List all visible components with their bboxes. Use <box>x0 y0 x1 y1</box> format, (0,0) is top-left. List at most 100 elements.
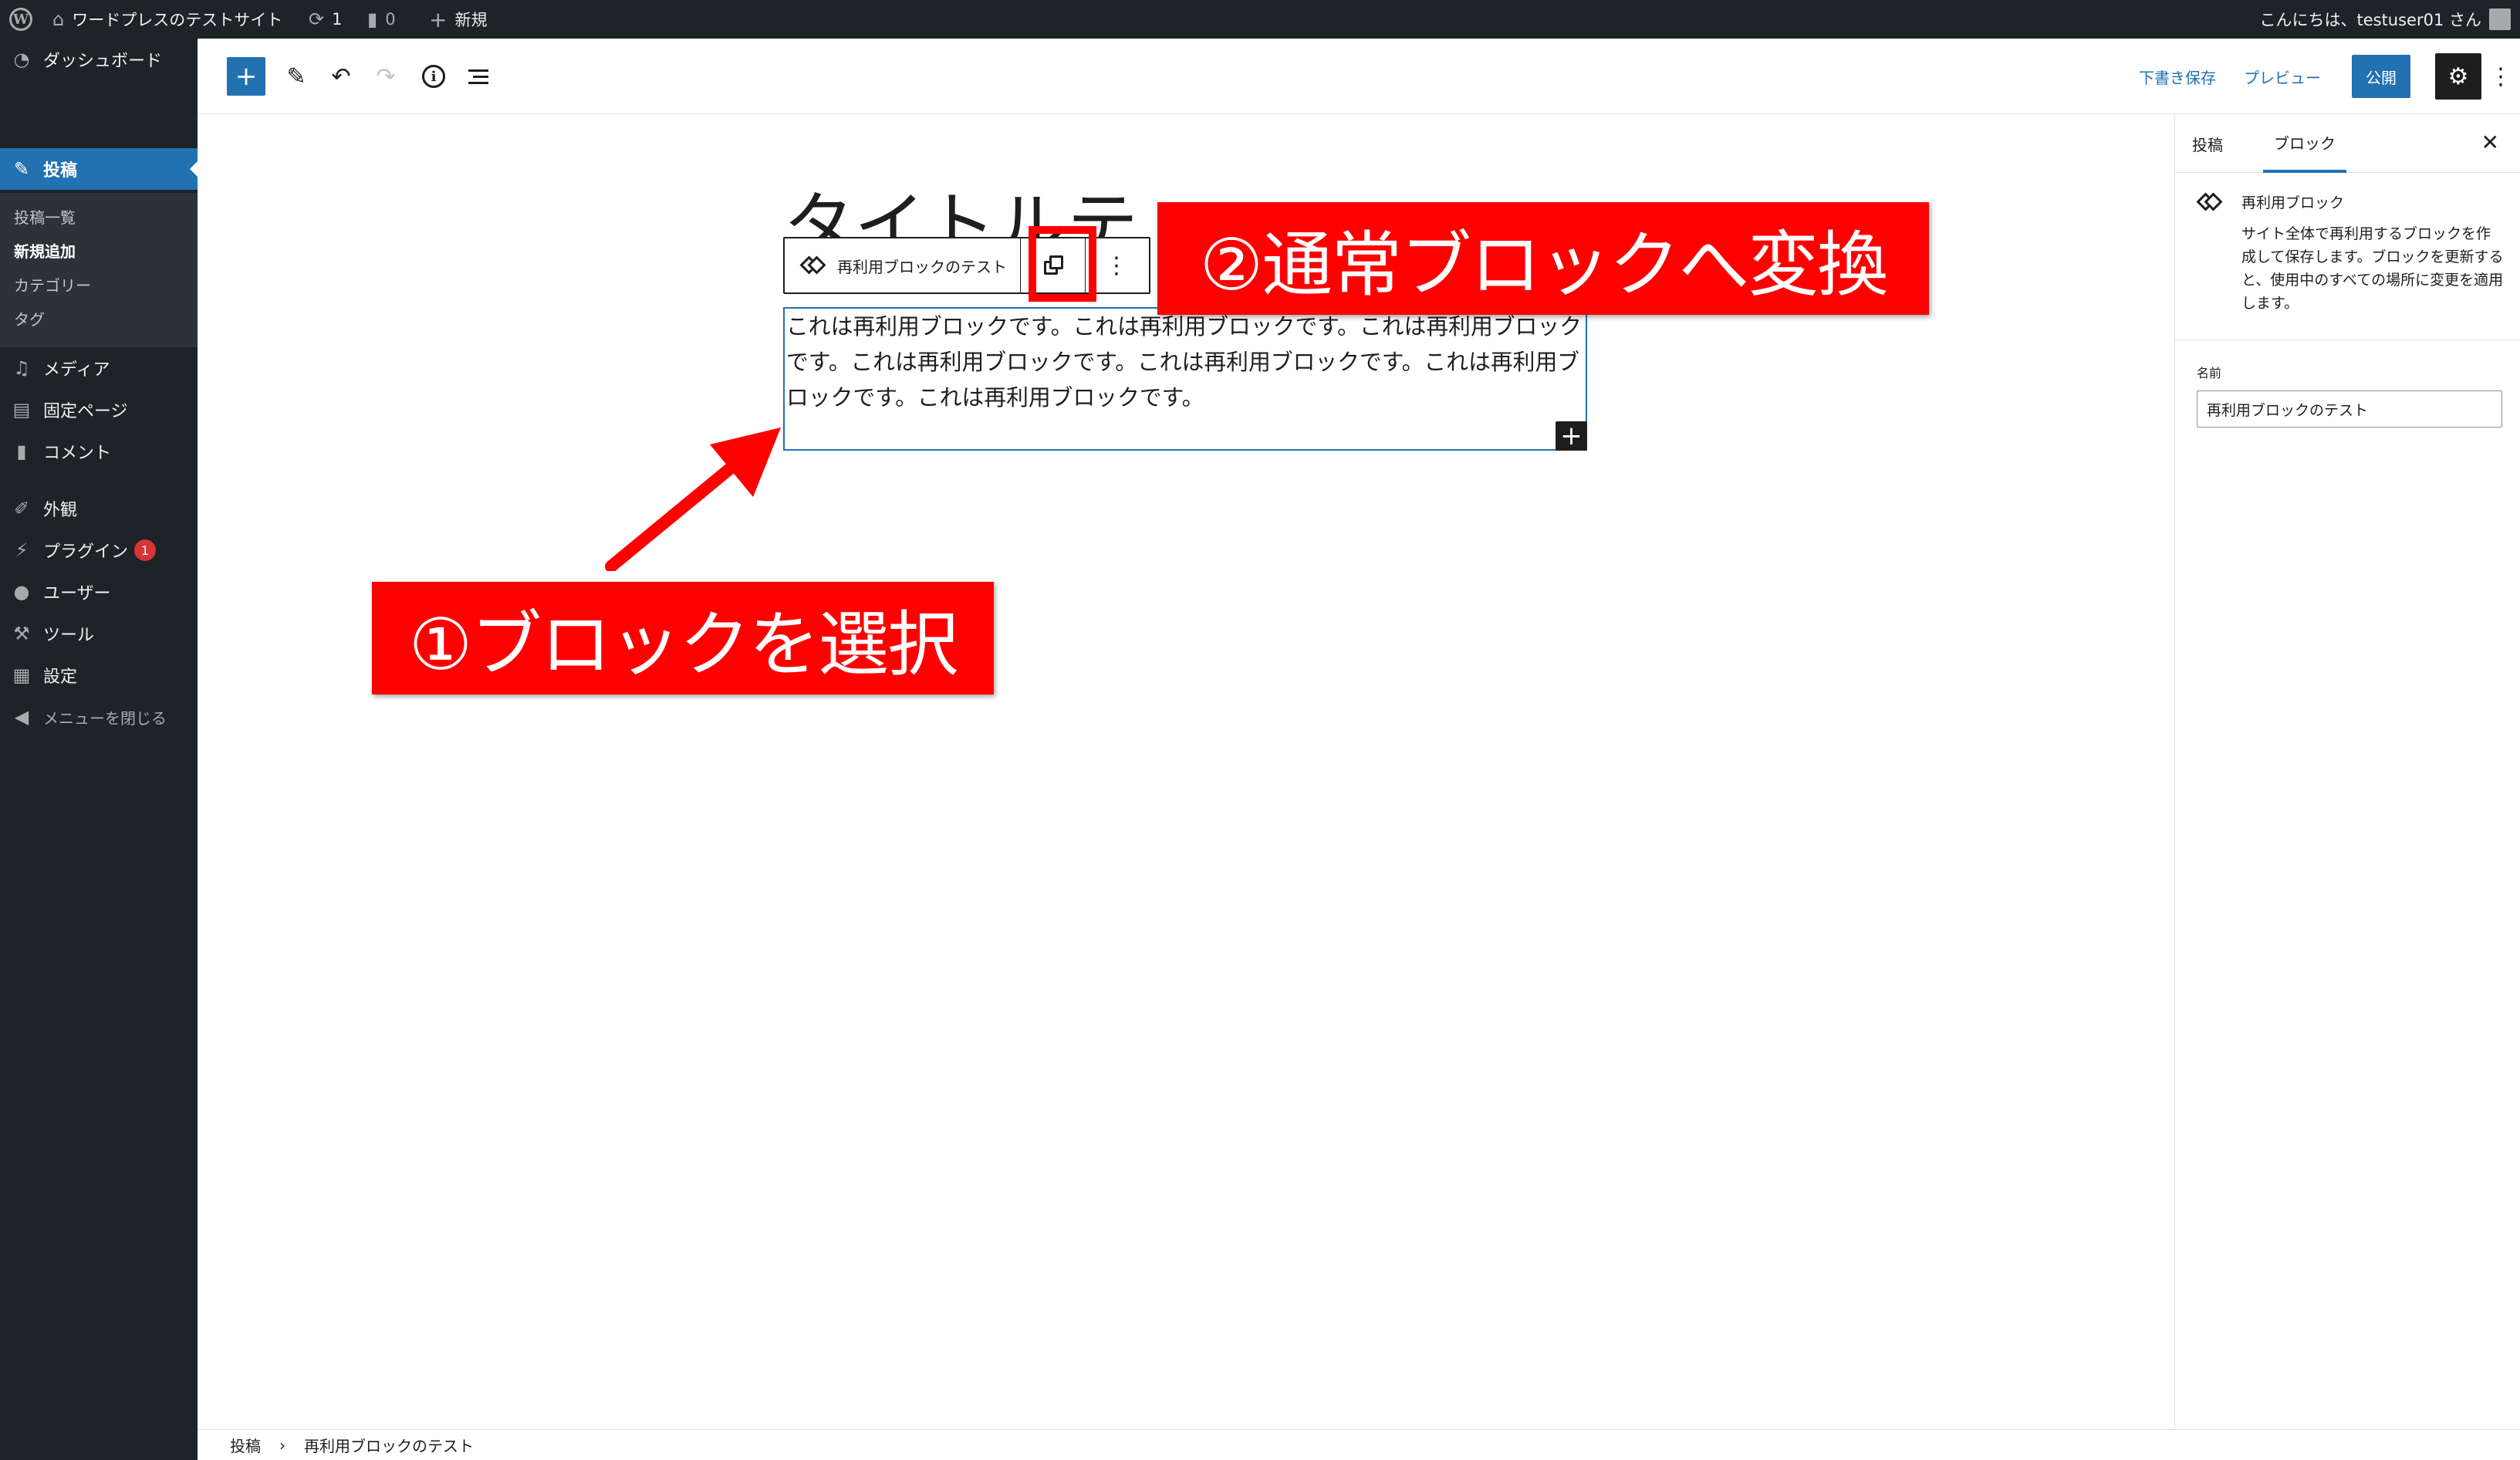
pencil-icon: ✎ <box>286 63 306 90</box>
editor-header: + ✎ ↶ ↷ i 下書き保存 プレビュー 公開 ⚙ ⋮ <box>198 39 2520 114</box>
breadcrumb: 投稿 › 再利用ブロックのテスト <box>198 1429 2520 1460</box>
gear-icon: ⚙ <box>2447 63 2469 90</box>
sidebar-item-label: 外観 <box>43 501 78 520</box>
plus-icon: + <box>1560 421 1583 451</box>
collapse-arrow-icon: ◀ <box>14 706 29 728</box>
block-card-title: 再利用ブロック <box>2241 194 2345 211</box>
breadcrumb-current[interactable]: 再利用ブロックのテスト <box>304 1434 474 1456</box>
reusable-block-content[interactable]: これは再利用ブロックです。これは再利用ブロックです。これは再利用ブロックです。こ… <box>783 307 1587 451</box>
undo-icon: ↶ <box>331 63 351 90</box>
list-view-button[interactable] <box>461 58 495 95</box>
block-card-description: サイト全体で再利用するブロックを作成して保存します。ブロックを更新すると、使用中… <box>2241 225 2504 312</box>
settings-tabs: 投稿 ブロック ✕ <box>2175 114 2520 173</box>
submenu-all-posts[interactable]: 投稿一覧 <box>14 205 76 228</box>
sidebar-item-plugins[interactable]: ⚡ プラグイン 1 <box>0 529 198 571</box>
options-button[interactable]: ⋮ <box>2489 58 2512 95</box>
wordpress-logo-icon[interactable]: W <box>9 0 32 39</box>
wrench-icon: ⚒ <box>13 623 30 644</box>
sidebar-item-comments[interactable]: ▮ コメント <box>0 431 198 472</box>
sidebar-item-settings[interactable]: ▦ 設定 <box>0 654 198 696</box>
plus-icon: + <box>429 6 448 32</box>
my-account-link[interactable]: こんにちは、testuser01 さん <box>2259 0 2511 39</box>
sidebar-item-tools[interactable]: ⚒ ツール <box>0 613 198 654</box>
comment-icon: ▮ <box>367 8 378 30</box>
dashboard-icon: ◔ <box>13 49 30 70</box>
plugin-icon: ⚡ <box>15 539 29 561</box>
annotation-step-1: ①ブロックを選択 <box>372 582 994 695</box>
comment-icon: ▮ <box>16 441 27 462</box>
greeting: こんにちは、testuser01 さん <box>2259 11 2481 29</box>
info-icon: i <box>422 65 445 88</box>
updates-count: 1 <box>332 10 343 29</box>
site-name-link[interactable]: ⌂ ワードプレスのテストサイト <box>52 0 282 39</box>
redo-button[interactable]: ↷ <box>369 58 403 95</box>
close-settings-button[interactable]: ✕ <box>2481 130 2499 155</box>
sidebar-item-label: 固定ページ <box>43 402 128 421</box>
more-vertical-icon: ⋮ <box>1105 252 1128 279</box>
sidebar-item-pages[interactable]: ▤ 固定ページ <box>0 389 198 431</box>
name-field-label: 名前 <box>2197 366 2222 380</box>
tab-post[interactable]: 投稿 <box>2192 114 2223 173</box>
comments-count: 0 <box>385 10 396 29</box>
sidebar-item-label: ダッシュボード <box>43 52 163 71</box>
settings-icon: ▦ <box>12 664 31 686</box>
updates-link[interactable]: ⟳ 1 <box>309 0 342 39</box>
annotation-step-2: ②通常ブロックへ変換 <box>1157 202 1929 315</box>
sidebar-item-label: メディア <box>43 360 110 380</box>
sidebar-item-label: コメント <box>43 444 112 463</box>
submenu-categories[interactable]: カテゴリー <box>14 273 91 296</box>
home-icon: ⌂ <box>52 8 65 30</box>
redo-icon: ↷ <box>376 63 396 90</box>
submenu-tags[interactable]: タグ <box>14 307 45 330</box>
sidebar-item-dashboard[interactable]: ◔ ダッシュボード <box>0 39 198 80</box>
sidebar-item-label: メニューを閉じる <box>43 708 167 728</box>
save-draft-button[interactable]: 下書き保存 <box>2139 58 2216 95</box>
annotation-arrow <box>605 428 781 571</box>
publish-button[interactable]: 公開 <box>2352 55 2410 98</box>
pin-icon: ✎ <box>13 158 30 180</box>
undo-button[interactable]: ↶ <box>324 58 358 95</box>
new-content-label: 新規 <box>454 11 488 29</box>
close-icon: ✕ <box>2481 130 2499 155</box>
updates-icon: ⟳ <box>309 8 325 30</box>
settings-toggle-button[interactable]: ⚙ <box>2435 53 2481 100</box>
sidebar-item-label: ツール <box>43 626 95 645</box>
admin-sidebar: ◔ ダッシュボード ✎ 投稿 投稿一覧 新規追加 カテゴリー タグ ♫ メディア… <box>0 39 198 1460</box>
chevron-right-icon: › <box>279 1435 285 1455</box>
tools-button[interactable]: ✎ <box>279 58 313 95</box>
sidebar-item-label: 設定 <box>43 667 78 687</box>
reusable-block-icon <box>799 255 826 275</box>
new-content-link[interactable]: + 新規 <box>429 0 487 39</box>
sidebar-item-posts[interactable]: ✎ 投稿 <box>0 148 198 190</box>
tab-block[interactable]: ブロック <box>2263 114 2346 173</box>
sidebar-item-media[interactable]: ♫ メディア <box>0 347 198 389</box>
sidebar-item-appearance[interactable]: ✐ 外観 <box>0 488 198 529</box>
highlight-box <box>1029 226 1096 302</box>
block-inserter-button[interactable]: + <box>227 57 265 96</box>
name-field[interactable]: 再利用ブロックのテスト <box>2197 390 2502 428</box>
plus-icon: + <box>235 61 258 92</box>
posts-submenu: 投稿一覧 新規追加 カテゴリー タグ <box>0 193 198 347</box>
breadcrumb-root[interactable]: 投稿 <box>230 1434 261 1456</box>
more-vertical-icon: ⋮ <box>2489 63 2512 90</box>
avatar <box>2489 8 2511 30</box>
brush-icon: ✐ <box>13 498 30 519</box>
collapse-menu-button[interactable]: ◀ メニューを閉じる <box>0 696 198 738</box>
list-view-icon <box>468 69 488 84</box>
pages-icon: ▤ <box>12 399 31 421</box>
settings-sidebar: 投稿 ブロック ✕ 再利用ブロック サイト全体で再利用するブロックを作成して保存… <box>2174 114 2520 1426</box>
reusable-block-switcher[interactable]: 再利用ブロックのテスト <box>785 238 1021 292</box>
block-appender-button[interactable]: + <box>1556 421 1587 451</box>
site-name: ワードプレスのテストサイト <box>72 11 283 29</box>
preview-button[interactable]: プレビュー <box>2244 58 2321 95</box>
sidebar-item-label: プラグイン <box>43 542 129 562</box>
comments-link[interactable]: ▮ 0 <box>367 0 396 39</box>
sidebar-item-users[interactable]: ● ユーザー <box>0 571 198 613</box>
user-icon: ● <box>13 581 30 603</box>
reusable-block-icon <box>2196 192 2223 211</box>
submenu-add-new[interactable]: 新規追加 <box>14 239 76 262</box>
media-icon: ♫ <box>13 357 30 379</box>
details-button[interactable]: i <box>417 58 451 95</box>
sidebar-item-label: 投稿 <box>43 161 78 181</box>
admin-bar: W ⌂ ワードプレスのテストサイト ⟳ 1 ▮ 0 + 新規 こんにちは、tes… <box>0 0 2520 39</box>
